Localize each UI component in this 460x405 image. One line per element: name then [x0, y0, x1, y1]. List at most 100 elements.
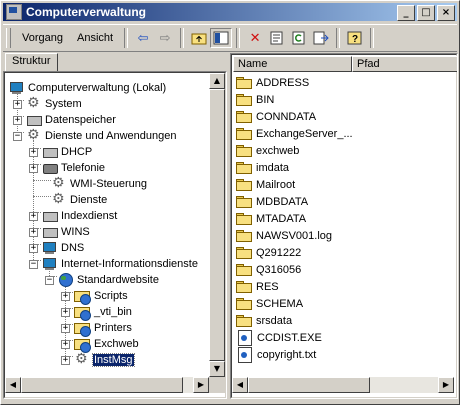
scroll-right-icon[interactable]: ▶: [193, 377, 209, 393]
help-icon[interactable]: ?: [344, 28, 366, 48]
tree-horizontal-scrollbar[interactable]: ◀ ▶: [5, 377, 209, 393]
storage-icon: [26, 113, 42, 127]
minimize-button[interactable]: _: [397, 5, 415, 21]
up-folder-icon[interactable]: [188, 28, 210, 48]
list-item[interactable]: copyright.txt: [236, 347, 316, 363]
tree-node-dienste[interactable]: Dienste: [51, 191, 107, 208]
list-item[interactable]: ExchangeServer_...: [236, 126, 353, 142]
tree-node-standardwebsite[interactable]: − Standardwebsite: [45, 272, 159, 288]
expand-icon[interactable]: +: [29, 227, 38, 237]
tree-node-indexdienst[interactable]: + Indexdienst: [29, 208, 117, 224]
tree-node-instmsg[interactable]: + InstMsg: [61, 351, 135, 368]
expand-icon[interactable]: +: [61, 339, 70, 349]
list-item[interactable]: MDBDATA: [236, 194, 308, 210]
collapse-icon[interactable]: −: [29, 259, 38, 269]
expand-icon[interactable]: +: [13, 99, 22, 109]
title-bar[interactable]: Computerverwaltung _ □ ×: [3, 3, 457, 21]
toolbar-separator: [124, 28, 129, 48]
tree-node-dienste-und-anwendungen[interactable]: − Dienste und Anwendungen: [13, 127, 177, 144]
list-item-label: RES: [256, 281, 279, 293]
scroll-left-icon[interactable]: ◀: [5, 377, 21, 393]
expand-icon[interactable]: +: [61, 291, 70, 301]
expand-icon[interactable]: +: [29, 147, 38, 157]
tree-node-dns[interactable]: + DNS: [29, 240, 84, 256]
expand-icon[interactable]: +: [29, 243, 38, 253]
column-header-pfad[interactable]: Pfad: [352, 56, 457, 72]
list-item[interactable]: RES: [236, 279, 279, 295]
scroll-thumb[interactable]: [21, 377, 183, 393]
tree-node-telefonie[interactable]: + Telefonie: [29, 160, 105, 176]
list-item[interactable]: MTADATA: [236, 211, 306, 227]
back-arrow-icon[interactable]: ⇦: [132, 28, 154, 48]
list-item[interactable]: CONNDATA: [236, 109, 316, 125]
column-header-name[interactable]: Name: [233, 56, 352, 72]
tree-vertical-scrollbar[interactable]: ▲ ▼: [209, 73, 225, 377]
list-item[interactable]: NAWSV001.log: [236, 228, 332, 244]
list-item[interactable]: CCDIST.EXE: [236, 330, 322, 346]
forward-arrow-icon[interactable]: ⇨: [154, 28, 176, 48]
web-folder-icon: [74, 306, 91, 321]
list-item[interactable]: Q291222: [236, 245, 301, 261]
tree-node-wmi[interactable]: WMI-Steuerung: [51, 175, 147, 192]
maximize-button[interactable]: □: [417, 5, 435, 21]
computer-management-icon: [6, 4, 22, 20]
toolbar-separator: [370, 28, 375, 48]
list-item[interactable]: SCHEMA: [236, 296, 303, 312]
close-button[interactable]: ×: [437, 5, 455, 21]
folder-icon: [236, 77, 252, 89]
tree-node-dhcp[interactable]: + DHCP: [29, 144, 92, 160]
toolbar-separator: [336, 28, 341, 48]
list-item[interactable]: ADDRESS: [236, 75, 309, 91]
list-item[interactable]: exchweb: [236, 143, 299, 159]
list-item[interactable]: Mailroot: [236, 177, 295, 193]
list-item-label: Mailroot: [256, 179, 296, 191]
list-pane[interactable]: Name Pfad ADDRESS BIN CONNDATA ExchangeServ…: [230, 53, 458, 399]
list-item[interactable]: Q316056: [236, 262, 301, 278]
list-item[interactable]: imdata: [236, 160, 289, 176]
expand-icon[interactable]: +: [61, 355, 70, 365]
web-folder-icon: [74, 338, 91, 353]
list-item-label: MTADATA: [256, 213, 307, 225]
collapse-icon[interactable]: −: [13, 131, 22, 141]
tree-node-datenspeicher[interactable]: + Datenspeicher: [13, 112, 116, 128]
menu-ansicht[interactable]: Ansicht: [70, 30, 120, 46]
expand-icon[interactable]: +: [29, 211, 38, 221]
tree-node-iis[interactable]: − Internet-Informationsdienste: [29, 256, 198, 272]
folder-icon: [236, 145, 252, 157]
expand-icon[interactable]: +: [13, 115, 22, 125]
export-list-icon[interactable]: [310, 28, 332, 48]
scroll-thumb[interactable]: [209, 89, 225, 361]
collapse-icon[interactable]: −: [45, 275, 54, 285]
expand-icon[interactable]: +: [29, 163, 38, 173]
tree-node-vti-bin[interactable]: + _vti_bin: [61, 304, 132, 321]
delete-icon[interactable]: ✕: [244, 28, 266, 48]
tree-node-printers[interactable]: + Printers: [61, 320, 132, 337]
tab-struktur[interactable]: Struktur: [5, 53, 58, 72]
scroll-up-icon[interactable]: ▲: [209, 73, 225, 89]
tree-node-wins[interactable]: + WINS: [29, 224, 90, 240]
tree-node-exchweb[interactable]: + Exchweb: [61, 336, 139, 353]
tree-node-root[interactable]: Computerverwaltung (Lokal): [9, 80, 166, 96]
tree-pane[interactable]: Computerverwaltung (Lokal) + System + Da…: [3, 71, 227, 399]
expand-icon[interactable]: +: [61, 323, 70, 333]
computer-icon: [9, 81, 25, 95]
tree-node-scripts[interactable]: + Scripts: [61, 288, 128, 305]
dhcp-icon: [42, 145, 58, 159]
tree-node-system[interactable]: + System: [13, 95, 82, 112]
scroll-thumb[interactable]: [248, 377, 370, 393]
scroll-down-icon[interactable]: ▼: [209, 361, 225, 377]
tree-label: Datenspeicher: [45, 114, 116, 126]
list-item[interactable]: srsdata: [236, 313, 292, 329]
expand-icon[interactable]: +: [61, 307, 70, 317]
toolbar-grip[interactable]: [6, 28, 11, 48]
show-hide-tree-icon[interactable]: [210, 28, 233, 48]
list-item[interactable]: BIN: [236, 92, 274, 108]
properties-icon[interactable]: [266, 28, 288, 48]
list-horizontal-scrollbar[interactable]: ◀ ▶: [232, 377, 454, 393]
folder-icon: [236, 111, 252, 123]
telephony-icon: [42, 161, 58, 175]
scroll-right-icon[interactable]: ▶: [438, 377, 454, 393]
menu-vorgang[interactable]: Vorgang: [15, 30, 70, 46]
refresh-icon[interactable]: [288, 28, 310, 48]
scroll-left-icon[interactable]: ◀: [232, 377, 248, 393]
